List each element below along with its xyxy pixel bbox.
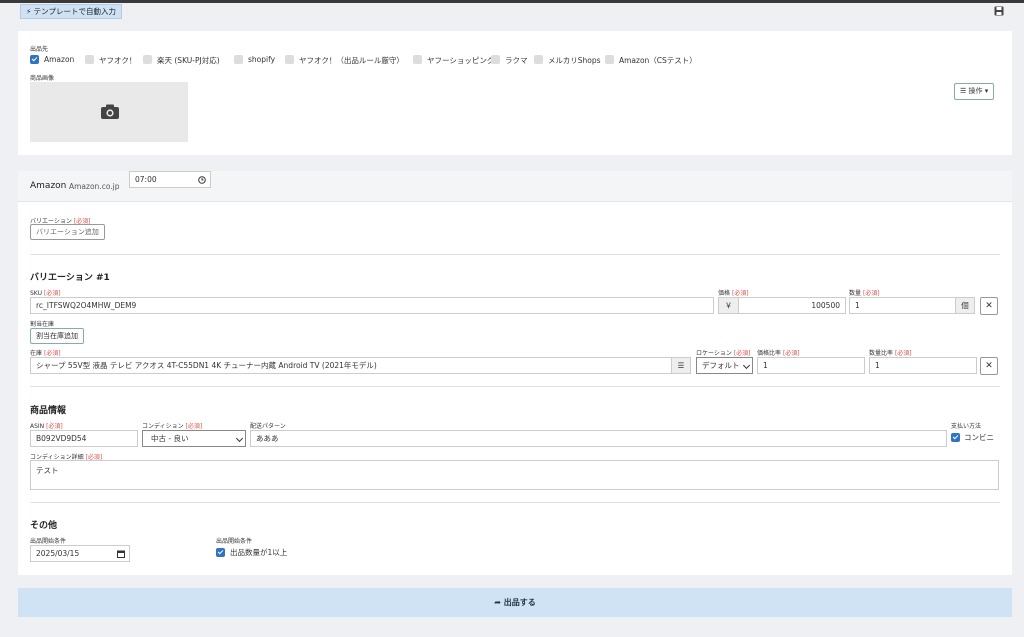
sku-input[interactable]: rc_ITFSWQ2O4MHW_DEM9 [30,297,714,314]
share-arrow-icon: ➦ [494,598,501,607]
dest-yahuoku-checkbox[interactable] [85,55,94,64]
divider [30,502,1000,503]
dest-rakuten-label: 楽天 (SKU-PJ対応) [157,56,220,65]
start-date-label: 出品開始条件 [30,538,67,545]
dest-yahuoku-rules-label: ヤフオク！（出品ルール厳守） [299,56,404,65]
dest-amazon-cs-label: Amazon（CSテスト） [619,56,697,65]
variation-title: バリエーション #1 [30,273,110,283]
location-select[interactable]: デフォルト [696,357,753,374]
dest-amazon-label: Amazon [44,55,75,64]
product-image-upload[interactable] [30,82,188,142]
camera-icon [101,104,119,119]
payment-label: 支払い方法 [951,423,982,430]
stock-label: 在庫 [必須] [30,350,61,357]
start-date-input[interactable]: 2025/03/15 [30,545,130,562]
sku-label: SKU [必須] [30,290,61,297]
divider [30,254,1000,255]
dest-rakuma-label: ラクマ [505,56,528,65]
dest-mercari-label: メルカリShops [548,56,601,65]
qty-unit-addon: 個 [955,297,975,314]
other-title: その他 [30,521,58,531]
wand-icon: ⚡ [26,7,32,16]
condition-label: コンディション [必須] [142,423,203,430]
operations-label: 操作 [968,87,983,95]
calendar-icon [117,550,125,558]
asin-input[interactable]: B092VD9D54 [30,430,138,447]
condition-detail-textarea[interactable]: テスト [30,460,999,490]
dest-yahuoku-rules-checkbox[interactable] [285,55,294,64]
start-condition-checkbox[interactable] [216,548,225,557]
submit-listing-label: 出品する [503,598,536,607]
start-condition-option-label: 出品数量が1以上 [230,548,288,557]
currency-addon: ￥ [718,297,739,314]
amazon-card: Amazon Amazon.co.jp バリエーション [必須] バリエーション… [18,171,1012,575]
price-ratio-label: 価格比率 [必須] [757,350,800,357]
qty-label: 数量 [必須] [849,290,880,297]
window-top-border [0,0,1024,3]
dest-shopify-checkbox[interactable] [234,55,243,64]
qty-ratio-input[interactable]: 1 [869,357,977,374]
close-icon: ✕ [985,361,993,371]
close-icon: ✕ [985,301,993,311]
add-allocation-button[interactable]: 割当在庫追加 [30,328,84,344]
stock-list-button[interactable]: ☰ [671,357,691,374]
start-time-input[interactable]: 07:00 [129,171,211,188]
stock-input[interactable]: シャープ 55V型 液晶 テレビ アクオス 4T-C55DN1 4K チューナー… [30,357,672,374]
remove-stock-button[interactable]: ✕ [980,357,998,375]
amazon-header-sub: Amazon.co.jp [69,182,120,191]
dest-yahuoku-label: ヤフオク！ [99,56,137,65]
list-icon: ☰ [960,87,967,95]
chevron-down-icon [742,361,751,370]
list-icon: ☰ [677,361,685,370]
start-condition-label: 出品開始条件 [216,538,253,545]
template-autofill-label: テンプレートで自動入力 [33,7,116,16]
dest-yahoo-shopping-checkbox[interactable] [413,55,422,64]
qty-input[interactable]: 1 [849,297,956,314]
remove-variation-button[interactable]: ✕ [980,297,998,315]
product-info-title: 商品情報 [30,406,67,416]
amazon-header-title: Amazon [30,181,67,191]
dest-shopify-label: shopify [248,55,276,64]
product-image-label: 商品画像 [30,75,55,82]
dest-amazon-checkbox[interactable] [30,55,39,64]
delivery-label: 配送パターン [250,423,286,430]
submit-listing-button[interactable]: ➦ 出品する [18,588,1012,617]
qty-ratio-label: 数量比率 [必須] [869,350,912,357]
dest-rakuma-checkbox[interactable] [491,55,500,64]
dest-mercari-checkbox[interactable] [534,55,543,64]
price-label: 価格 [必須] [718,290,749,297]
dest-rakuten-checkbox[interactable] [143,55,152,64]
price-ratio-input[interactable]: 1 [757,357,865,374]
listing-settings-card: 出品先 Amazon ヤフオク！ 楽天 (SKU-PJ対応) shopify ヤ… [18,31,1012,155]
payment-konbini-label: コンビニ [964,433,994,442]
template-autofill-button[interactable]: ⚡ テンプレートで自動入力 [20,4,122,19]
clock-icon [198,176,206,184]
caret-down-icon: ▾ [984,87,989,95]
dest-yahoo-shopping-label: ヤフーショッピング [427,56,495,65]
operations-dropdown-button[interactable]: ☰ 操作 ▾ [954,83,995,100]
price-input[interactable]: 100500 [738,297,846,314]
payment-konbini-checkbox[interactable] [951,433,960,442]
allocation-label: 割当在庫 [30,321,55,328]
asin-label: ASIN [必須] [30,423,63,430]
location-label: ロケーション [必須] [696,350,751,357]
chevron-down-icon [235,434,244,443]
divider [30,386,1000,387]
dest-amazon-cs-checkbox[interactable] [605,55,614,64]
destination-label: 出品先 [30,46,49,53]
delivery-input[interactable]: あああ [250,430,947,447]
condition-select[interactable]: 中古 - 良い [142,430,246,447]
add-variation-button[interactable]: バリエーション追加 [30,224,105,240]
save-icon[interactable] [994,6,1004,16]
